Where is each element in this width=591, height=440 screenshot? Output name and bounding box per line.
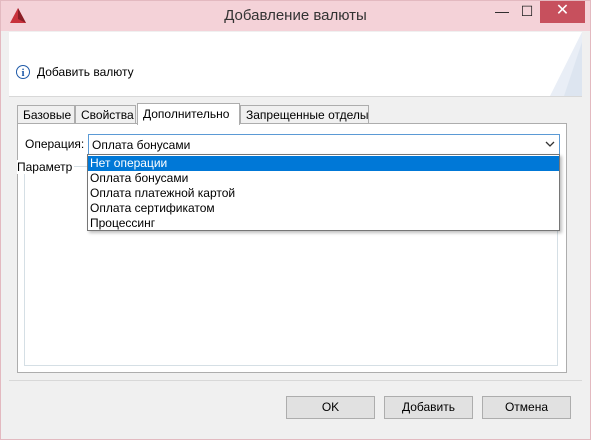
header-decoration (550, 32, 582, 96)
title-bar[interactable]: Добавление валюты — ☐ ✕ (1, 1, 590, 31)
tab-basic[interactable]: Базовые (17, 105, 75, 123)
chevron-down-icon (545, 141, 555, 147)
footer-divider (9, 380, 582, 381)
operation-selected-value: Оплата бонусами (92, 138, 191, 152)
add-button[interactable]: Добавить (384, 396, 473, 419)
dropdown-option[interactable]: Оплата бонусами (88, 171, 559, 186)
dropdown-option[interactable]: Оплата платежной картой (88, 186, 559, 201)
parameters-group-legend: Параметр (17, 160, 75, 174)
cancel-button[interactable]: Отмена (482, 396, 571, 419)
dialog-header: i Добавить валюту (9, 32, 582, 97)
dialog-window: Добавление валюты — ☐ ✕ i Добавить валют… (0, 0, 591, 440)
info-icon: i (16, 65, 30, 79)
dropdown-option[interactable]: Оплата сертификатом (88, 201, 559, 216)
operation-dropdown-list: Нет операции Оплата бонусами Оплата плат… (87, 154, 560, 231)
minimize-button[interactable]: — (488, 1, 516, 23)
ok-button[interactable]: OK (286, 396, 375, 419)
tab-additional[interactable]: Дополнительно (137, 103, 240, 125)
dropdown-option[interactable]: Процессинг (88, 216, 559, 231)
header-text: Добавить валюту (37, 65, 134, 79)
tab-forbidden-departments[interactable]: Запрещенные отделы (240, 105, 369, 123)
dropdown-option[interactable]: Нет операции (88, 156, 559, 171)
operation-label: Операция: (25, 137, 85, 151)
operation-select[interactable]: Оплата бонусами (88, 134, 560, 155)
maximize-button[interactable]: ☐ (513, 1, 541, 23)
close-button[interactable]: ✕ (540, 1, 585, 23)
tab-properties[interactable]: Свойства (75, 105, 136, 123)
